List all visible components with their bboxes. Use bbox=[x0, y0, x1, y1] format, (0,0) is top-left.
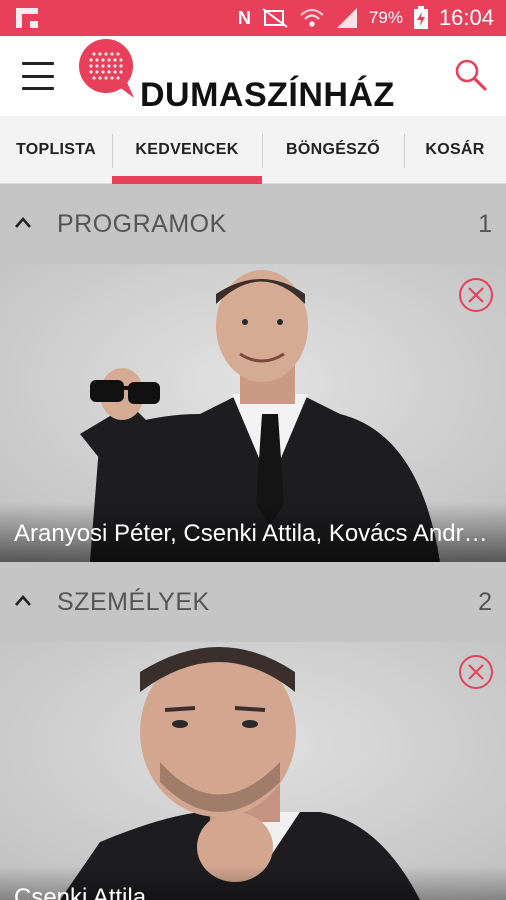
tab-label: KOSÁR bbox=[425, 141, 485, 158]
tab-label: BÖNGÉSZŐ bbox=[286, 141, 380, 158]
section-count: 1 bbox=[478, 209, 492, 238]
logo-text: DUMASZÍNHÁZ bbox=[140, 76, 395, 114]
section-count: 2 bbox=[478, 587, 492, 616]
tab-label: KEDVENCEK bbox=[135, 141, 239, 158]
active-tab-indicator bbox=[112, 176, 262, 184]
person-photo bbox=[0, 642, 506, 900]
chevron-up-icon[interactable] bbox=[14, 594, 32, 608]
menu-icon-bar bbox=[22, 62, 54, 65]
nfc-icon: N bbox=[237, 7, 251, 28]
person-name: Csenki Attila bbox=[14, 884, 147, 900]
battery-charging-icon bbox=[413, 6, 428, 29]
favorite-program-card[interactable]: Aranyosi Péter, Csenki Attila, Kovács An… bbox=[0, 264, 506, 562]
tab-divider bbox=[262, 134, 263, 168]
app-logo[interactable]: DUMASZÍNHÁZ bbox=[78, 38, 428, 114]
battery-percent: 79% bbox=[368, 8, 403, 27]
program-title: Aranyosi Péter, Csenki Attila, Kovács An… bbox=[14, 520, 494, 547]
status-icons: N 79% 16:04 bbox=[238, 0, 494, 36]
card-caption: Csenki Attila bbox=[0, 866, 506, 900]
search-icon[interactable] bbox=[454, 58, 488, 92]
wifi-icon bbox=[300, 8, 324, 27]
clock: 16:04 bbox=[438, 5, 494, 30]
tab-toplista[interactable]: TOPLISTA bbox=[0, 116, 112, 184]
menu-button[interactable] bbox=[22, 62, 54, 90]
section-header-programok[interactable]: PROGRAMOK 1 bbox=[0, 184, 506, 264]
remove-favorite-icon[interactable] bbox=[458, 277, 494, 313]
flipboard-icon bbox=[16, 8, 38, 28]
tab-kosar[interactable]: KOSÁR bbox=[404, 116, 506, 184]
tab-label: TOPLISTA bbox=[15, 141, 97, 158]
status-bar: N 79% 16:04 bbox=[0, 0, 506, 36]
signal-icon bbox=[336, 8, 357, 28]
tab-divider bbox=[112, 134, 113, 168]
favorite-person-card[interactable]: Csenki Attila bbox=[0, 642, 506, 900]
card-caption: Aranyosi Péter, Csenki Attila, Kovács An… bbox=[0, 502, 506, 562]
tab-kedvencek[interactable]: KEDVENCEK bbox=[112, 116, 262, 184]
tab-bar: TOPLISTA KEDVENCEK BÖNGÉSZŐ KOSÁR bbox=[0, 116, 506, 184]
menu-icon-bar bbox=[22, 87, 54, 90]
logo-bubble-icon bbox=[79, 39, 134, 98]
mute-icon bbox=[262, 8, 288, 28]
tab-bongeszo[interactable]: BÖNGÉSZŐ bbox=[262, 116, 404, 184]
menu-icon-bar bbox=[22, 74, 54, 78]
section-header-szemelyek[interactable]: SZEMÉLYEK 2 bbox=[0, 562, 506, 642]
remove-favorite-icon[interactable] bbox=[458, 654, 494, 690]
tab-divider bbox=[404, 134, 405, 168]
section-title: PROGRAMOK bbox=[57, 209, 227, 238]
app-bar: DUMASZÍNHÁZ bbox=[0, 36, 506, 116]
chevron-up-icon[interactable] bbox=[14, 216, 32, 230]
section-title: SZEMÉLYEK bbox=[57, 587, 210, 616]
